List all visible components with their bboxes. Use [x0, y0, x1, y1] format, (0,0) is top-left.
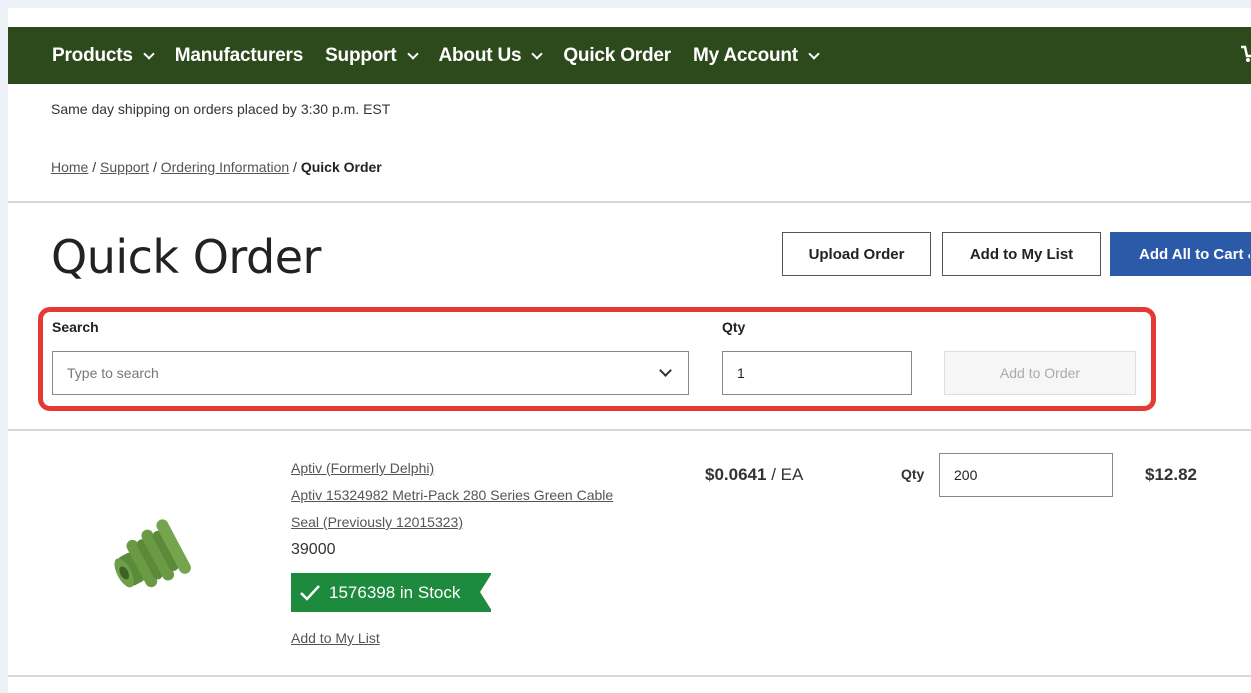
qty-value: 1 — [737, 365, 745, 381]
upload-order-button[interactable]: Upload Order — [782, 232, 931, 276]
item-qty-value: 200 — [954, 467, 978, 483]
part-number: 39000 — [291, 541, 336, 558]
product-name-link-cont[interactable]: Seal (Previously 12015323) — [291, 514, 463, 530]
nav-label: Support — [325, 44, 397, 66]
nav-label: My Account — [692, 44, 798, 66]
chevron-down-icon — [808, 47, 820, 60]
item-qty-input[interactable]: 200 — [939, 453, 1113, 497]
chevron-down-icon — [531, 47, 544, 60]
add-all-to-cart-button[interactable]: Add All to Cart & — [1110, 232, 1251, 276]
breadcrumb-separator: / — [92, 159, 97, 175]
divider — [8, 429, 1251, 431]
breadcrumb-link-support[interactable]: Support — [100, 159, 149, 175]
breadcrumb-separator: / — [152, 159, 157, 175]
breadcrumb-current: Quick Order — [300, 159, 382, 175]
breadcrumb-link-ordering-information[interactable]: Ordering Information — [161, 159, 289, 175]
add-to-my-list-button[interactable]: Add to My List — [942, 232, 1101, 276]
search-input[interactable]: Type to search — [52, 351, 689, 395]
unit-price: $0.0641 / EA — [705, 465, 803, 485]
item-add-to-my-list-link[interactable]: Add to My List — [291, 630, 380, 646]
breadcrumb: Home / Support / Ordering Information / … — [51, 159, 382, 175]
nav-item-quick-order[interactable]: Quick Order — [563, 45, 671, 67]
nav-item-support[interactable]: Support — [325, 44, 419, 67]
breadcrumb-separator: / — [293, 159, 297, 175]
search-label: Search — [52, 319, 99, 335]
qty-input[interactable]: 1 — [722, 351, 912, 395]
breadcrumb-link-home[interactable]: Home — [51, 159, 88, 175]
search-placeholder: Type to search — [67, 365, 159, 381]
stock-text: 1576398 in Stock — [329, 582, 461, 602]
nav-item-manufacturers[interactable]: Manufacturers — [174, 44, 304, 67]
line-total: $12.82 — [1145, 465, 1197, 484]
cart-icon[interactable] — [1241, 44, 1251, 64]
price-unit: / EA — [771, 465, 804, 484]
manufacturer-link[interactable]: Aptiv (Formerly Delphi) — [291, 460, 434, 476]
product-image — [114, 519, 191, 588]
page-title: Quick Order — [51, 230, 321, 284]
nav-item-my-account[interactable]: My Account — [692, 44, 820, 67]
product-name-link[interactable]: Aptiv 15324982 Metri-Pack 280 Series Gre… — [291, 487, 613, 503]
divider — [8, 675, 1251, 677]
nav-item-about-us[interactable]: About Us — [438, 44, 544, 67]
nav-item-products[interactable]: Products — [52, 44, 155, 67]
chevron-down-icon — [143, 47, 155, 60]
nav-label: Quick Order — [563, 44, 671, 66]
price-value: $0.0641 — [705, 465, 767, 484]
main-nav: Products Manufacturers Support About Us … — [8, 27, 1251, 84]
divider — [8, 201, 1251, 203]
chevron-down-icon[interactable] — [659, 364, 672, 377]
nav-label: Products — [52, 44, 133, 66]
add-to-order-button[interactable]: Add to Order — [944, 351, 1136, 395]
shipping-notice: Same day shipping on orders placed by 3:… — [51, 101, 391, 117]
chevron-down-icon — [406, 47, 419, 60]
nav-label: About Us — [438, 44, 522, 66]
item-qty-label: Qty — [901, 466, 925, 482]
nav-label: Manufacturers — [174, 44, 304, 66]
check-icon — [300, 584, 320, 601]
stock-badge: 1576398 in Stock — [291, 573, 492, 612]
qty-label: Qty — [722, 319, 746, 335]
page: Products Manufacturers Support About Us … — [8, 8, 1251, 693]
